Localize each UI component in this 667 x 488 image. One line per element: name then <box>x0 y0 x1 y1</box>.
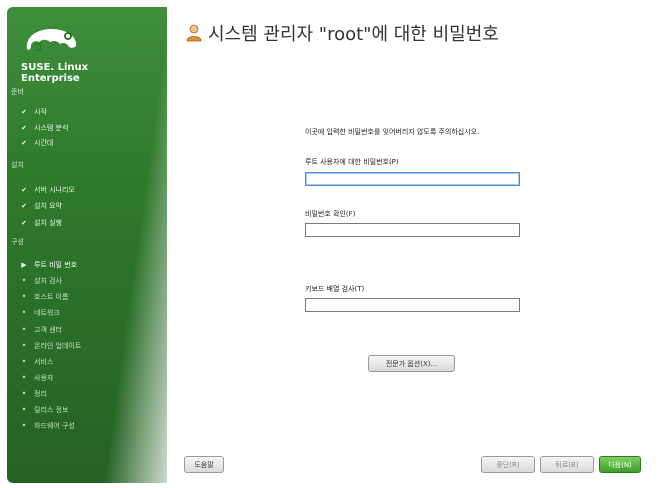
sidebar-step-label: 설치 요약 <box>34 202 62 210</box>
bullet-icon: • <box>21 325 27 334</box>
brand-line2: Enterprise <box>21 73 80 84</box>
sidebar-step-label: 사용자 <box>34 374 54 382</box>
sidebar-step-label: 호스트 이름 <box>34 293 69 301</box>
sidebar-step-label: 정리 <box>34 390 47 398</box>
bullet-icon: • <box>21 389 27 398</box>
sidebar-step: • 하드웨어 구성 <box>19 421 75 431</box>
checkmark-icon: ✔ <box>21 139 27 147</box>
sidebar-step-label: 릴리스 정보 <box>34 406 69 414</box>
sidebar-step: 구성 <box>11 237 24 247</box>
confirm-password-label: 비밀번호 확인(F) <box>305 210 356 218</box>
bullet-icon: • <box>21 373 27 382</box>
brand-line1: SUSE. Linux <box>21 62 89 73</box>
checkmark-icon: ✔ <box>21 108 27 116</box>
keyboard-test-input[interactable] <box>305 298 520 312</box>
password-input[interactable] <box>305 172 520 186</box>
sidebar-step: ✔ 서버 시나리오 <box>19 185 75 195</box>
checkmark-icon: ✔ <box>21 202 27 210</box>
bullet-icon: • <box>21 421 27 430</box>
sidebar-step-label: 시스템 분석 <box>34 124 69 132</box>
page-title: 시스템 관리자 "root"에 대한 비밀번호 <box>186 20 499 46</box>
checkmark-icon: ✔ <box>21 186 27 194</box>
sidebar-step-label: 시간대 <box>34 139 54 147</box>
arrow-right-icon: ▶ <box>21 261 27 269</box>
sidebar-step: • 네트워크 <box>19 308 60 318</box>
checkmark-icon: ✔ <box>21 219 27 227</box>
keyboard-test-label: 키보드 배열 검사(T) <box>305 285 365 293</box>
password-note: 이곳에 입력한 비밀번호를 잊어버리지 않도록 주의하십시오. <box>305 128 480 136</box>
page-title-text: 시스템 관리자 "root"에 대한 비밀번호 <box>208 24 499 45</box>
sidebar-step: ▶ 루트 비밀 번호 <box>19 260 77 270</box>
sidebar-step: 설치 <box>11 160 24 170</box>
help-button[interactable]: 도움말 <box>184 456 224 473</box>
sidebar-step-label: 준비 <box>11 88 24 96</box>
sidebar-step: • 릴리스 정보 <box>19 405 69 415</box>
sidebar-step: • 사용자 <box>19 373 54 383</box>
sidebar-step-label: 하드웨어 구성 <box>34 422 75 430</box>
back-button[interactable]: 뒤로(B) <box>540 456 594 473</box>
abort-button[interactable]: 중단(R) <box>481 456 535 473</box>
bullet-icon: • <box>21 357 27 366</box>
sidebar-step: ✔ 설치 요약 <box>19 201 62 211</box>
sidebar-step: • 고객 센터 <box>19 325 62 335</box>
checkmark-icon: ✔ <box>21 124 27 132</box>
sidebar-step-label: 네트워크 <box>34 309 60 317</box>
sidebar-step: ✔ 시스템 분석 <box>19 123 68 133</box>
bullet-icon: • <box>21 292 27 301</box>
bullet-icon: • <box>21 308 27 317</box>
bullet-icon: • <box>21 341 27 350</box>
expert-options-button[interactable]: 전문가 옵션(X)... <box>368 355 455 372</box>
sidebar-step: ✔ 시작 <box>19 107 47 117</box>
sidebar-step: • 온라인 업데이트 <box>19 341 82 351</box>
sidebar-step-label: 구성 <box>11 238 24 246</box>
sidebar-step: ✔ 시간대 <box>19 138 53 148</box>
password-label: 루트 사용자에 대한 비밀번호(P) <box>305 158 399 166</box>
user-icon <box>186 24 202 42</box>
sidebar-step-label: 온라인 업데이트 <box>34 342 82 350</box>
sidebar-step-label: 시작 <box>34 108 47 116</box>
installer-window: SUSE. Linux Enterprise 준비 ✔ 시작 ✔ 시스템 분석 ✔ 시간대설… <box>0 0 667 488</box>
next-button[interactable]: 다음(N) <box>599 456 641 473</box>
bullet-icon: • <box>21 405 27 414</box>
bullet-icon: • <box>21 276 27 285</box>
sidebar-step-label: 서버 시나리오 <box>34 186 75 194</box>
confirm-password-input[interactable] <box>305 223 520 237</box>
sidebar-step: • 호스트 이름 <box>19 292 69 302</box>
bottom-button-bar: 도움말 중단(R) 뒤로(B) 다음(N) <box>167 450 667 488</box>
sidebar-step-label: 루트 비밀 번호 <box>34 261 78 269</box>
sidebar-step-label: 서비스 <box>34 358 54 366</box>
sidebar-step: • 정리 <box>19 389 47 399</box>
sidebar-step: • 서비스 <box>19 357 54 367</box>
brand-text: SUSE. Linux Enterprise <box>21 62 88 84</box>
sidebar: SUSE. Linux Enterprise 준비 ✔ 시작 ✔ 시스템 분석 ✔ 시간대설… <box>7 7 167 483</box>
sidebar-step: 준비 <box>11 87 24 97</box>
sidebar-step-label: 설치 검사 <box>34 277 62 285</box>
suse-chameleon-logo <box>26 29 77 52</box>
sidebar-step-label: 설치 실행 <box>34 219 62 227</box>
sidebar-step: • 설치 검사 <box>19 276 62 286</box>
sidebar-step: ✔ 설치 실행 <box>19 218 62 228</box>
sidebar-step-label: 고객 센터 <box>34 326 62 334</box>
sidebar-step-label: 설치 <box>11 161 24 169</box>
